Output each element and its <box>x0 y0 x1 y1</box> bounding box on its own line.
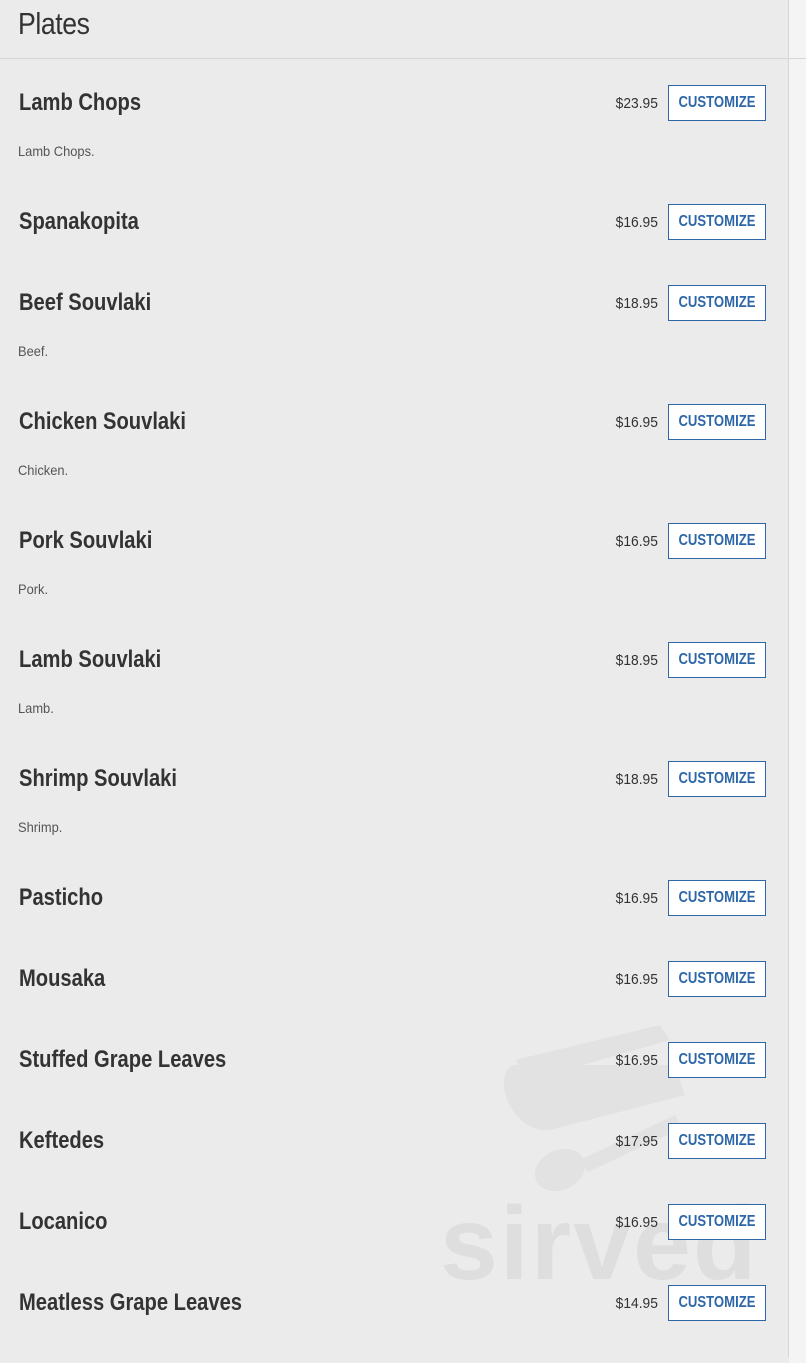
customize-button-label: CUSTOMIZE <box>678 1294 756 1311</box>
customize-button[interactable]: CUSTOMIZE <box>668 285 766 321</box>
customize-button-label: CUSTOMIZE <box>678 94 756 111</box>
item-description: Lamb. <box>18 700 54 716</box>
customize-button-label: CUSTOMIZE <box>678 651 756 668</box>
item-price: $16.95 <box>615 1052 658 1069</box>
customize-button-label: CUSTOMIZE <box>678 1051 756 1068</box>
item-price: $14.95 <box>615 1295 658 1312</box>
item-description: Pork. <box>18 581 49 597</box>
item-name: Lamb Chops <box>19 89 142 116</box>
customize-button[interactable]: CUSTOMIZE <box>668 1204 766 1240</box>
item-description: Beef. <box>18 343 49 359</box>
item-price: $16.95 <box>615 414 658 431</box>
customize-button-label: CUSTOMIZE <box>678 213 756 230</box>
customize-button[interactable]: CUSTOMIZE <box>668 961 766 997</box>
customize-button-label: CUSTOMIZE <box>678 889 756 906</box>
item-description: Lamb Chops. <box>18 143 95 159</box>
page-margin <box>789 0 806 1363</box>
item-price: $16.95 <box>615 971 658 988</box>
item-name: Locanico <box>19 1208 108 1235</box>
item-price: $18.95 <box>615 652 658 669</box>
customize-button-label: CUSTOMIZE <box>678 1213 756 1230</box>
section-header: Plates <box>0 0 806 59</box>
item-name: Stuffed Grape Leaves <box>19 1046 227 1073</box>
item-description: Shrimp. <box>18 819 63 835</box>
item-name: Beef Souvlaki <box>19 289 152 316</box>
customize-button-label: CUSTOMIZE <box>678 413 756 430</box>
customize-button[interactable]: CUSTOMIZE <box>668 523 766 559</box>
item-name: Meatless Grape Leaves <box>19 1289 243 1316</box>
item-price: $18.95 <box>615 771 658 788</box>
customize-button-label: CUSTOMIZE <box>678 770 756 787</box>
item-price: $17.95 <box>615 1133 658 1150</box>
item-name: Spanakopita <box>19 208 139 235</box>
item-price: $18.95 <box>615 295 658 312</box>
item-name: Lamb Souvlaki <box>19 646 162 673</box>
item-name: Mousaka <box>19 965 106 992</box>
customize-button[interactable]: CUSTOMIZE <box>668 204 766 240</box>
item-name: Keftedes <box>19 1127 105 1154</box>
section-title: Plates <box>18 6 90 41</box>
customize-button-label: CUSTOMIZE <box>678 532 756 549</box>
customize-button[interactable]: CUSTOMIZE <box>668 880 766 916</box>
item-description: Chicken. <box>18 462 69 478</box>
item-price: $16.95 <box>615 214 658 231</box>
customize-button[interactable]: CUSTOMIZE <box>668 1285 766 1321</box>
item-price: $16.95 <box>615 1214 658 1231</box>
item-name: Chicken Souvlaki <box>19 408 186 435</box>
item-price: $16.95 <box>615 890 658 907</box>
customize-button[interactable]: CUSTOMIZE <box>668 85 766 121</box>
item-price: $16.95 <box>615 533 658 550</box>
customize-button-label: CUSTOMIZE <box>678 1132 756 1149</box>
customize-button[interactable]: CUSTOMIZE <box>668 404 766 440</box>
item-price: $23.95 <box>615 95 658 112</box>
customize-button[interactable]: CUSTOMIZE <box>668 1123 766 1159</box>
customize-button-label: CUSTOMIZE <box>678 970 756 987</box>
customize-button[interactable]: CUSTOMIZE <box>668 642 766 678</box>
customize-button[interactable]: CUSTOMIZE <box>668 761 766 797</box>
customize-button[interactable]: CUSTOMIZE <box>668 1042 766 1078</box>
item-name: Pork Souvlaki <box>19 527 153 554</box>
item-name: Shrimp Souvlaki <box>19 765 177 792</box>
item-name: Pasticho <box>19 884 104 911</box>
customize-button-label: CUSTOMIZE <box>678 294 756 311</box>
